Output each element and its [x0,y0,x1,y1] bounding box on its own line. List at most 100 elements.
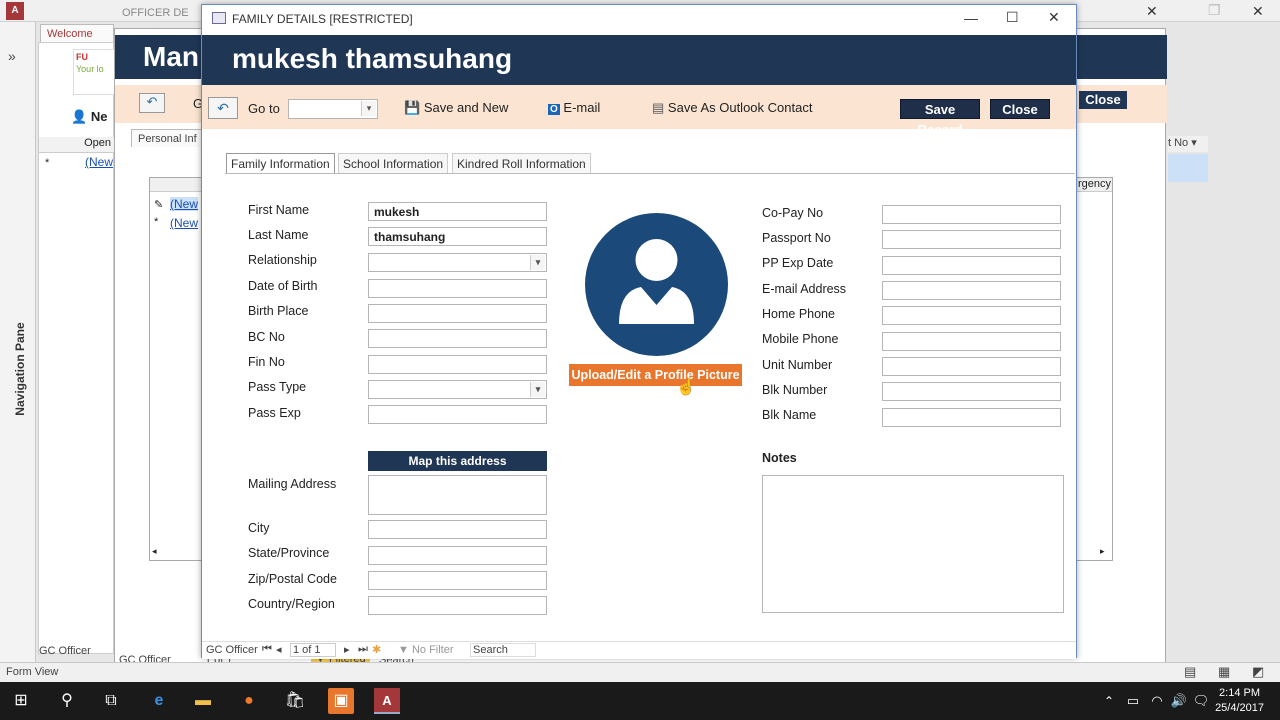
first-record-icon[interactable]: ⏮ [262,643,272,656]
zip-postal-code-field[interactable] [368,571,547,590]
blk-name-field[interactable] [882,408,1061,427]
undo-icon[interactable]: ↶ [139,93,165,113]
passport-no-field[interactable] [882,230,1061,249]
tab-family-information[interactable]: Family Information [226,153,335,173]
save-record-button[interactable]: Save Record [900,99,980,137]
goto-select[interactable]: ▾ [288,99,378,119]
tab-welcome[interactable]: Welcome [40,24,114,42]
access-taskbar-icon[interactable]: A [374,688,400,714]
search-icon[interactable]: ⚲ [54,688,80,714]
co-pay-no-field[interactable] [882,205,1061,224]
date-of-birth-label: Date of Birth [248,279,318,293]
close-icon[interactable]: ✕ [1048,9,1060,26]
record-navigator: GC Officer ⏮ ◂ 1 of 1 ▸ ⏭ ✱ ▼ No Filter … [202,641,1076,659]
birth-place-field[interactable] [368,304,547,323]
upload-profile-picture-button[interactable]: Upload/Edit a Profile Picture [569,364,742,386]
bc-no-label: BC No [248,330,285,344]
save-and-new-button[interactable]: 💾 Save and New [404,100,508,116]
new-label: Ne [90,109,108,124]
mobile-phone-label: Mobile Phone [762,332,839,346]
new-link[interactable]: (New [170,216,198,230]
close-icon[interactable]: ✕ [1146,3,1158,20]
pass-exp-label: Pass Exp [248,406,301,420]
unit-number-field[interactable] [882,357,1061,376]
tab-personal-info[interactable]: Personal Inf [131,129,205,147]
layout-view-icon[interactable]: ▦ [1218,664,1230,680]
bc-no-field[interactable] [368,329,547,348]
taskbar: ⊞ ⚲ ⧉ e ▬ ● 🛍 ▣ A ⌃ ▭ ◠ 🔊 🗨 2:14 PM 25/4… [0,682,1280,720]
search-input[interactable]: Search [470,643,536,657]
edit-pencil-icon: ✎ [154,199,164,211]
scroll-left-icon[interactable]: ◂ [152,546,157,557]
pp-exp-date-field[interactable] [882,256,1061,275]
blk-number-field[interactable] [882,382,1061,401]
dialog-toolbar: ↶ Go to ▾ 💾 Save and New O E-mail ▤ Save… [202,85,1076,137]
close-button[interactable]: Close [990,99,1050,119]
record-full-name: mukesh thamsuhang [232,43,513,74]
first-name-label: First Name [248,203,310,217]
current-record-field[interactable]: 1 of 1 [290,643,336,657]
edge-browser-icon[interactable]: e [146,688,172,714]
blk-number-label: Blk Number [762,383,828,397]
next-record-icon[interactable]: ▸ [344,643,350,656]
new-link[interactable]: (New [170,197,199,211]
restore-icon[interactable]: ❐ [1208,2,1221,19]
user-silhouette-icon [619,239,694,324]
column-header-open: Open [39,137,115,153]
no-filter-button[interactable]: ▼ No Filter [398,644,454,656]
windows-start-icon[interactable]: ⊞ [8,688,34,714]
officer-close-button[interactable]: Close [1079,91,1127,109]
task-view-icon[interactable]: ⧉ [98,688,124,714]
fin-no-field[interactable] [368,355,547,374]
state-province-field[interactable] [368,546,547,565]
last-name-field[interactable]: thamsuhang [368,227,547,246]
first-name-field[interactable]: mukesh [368,202,547,221]
country-region-field[interactable] [368,596,547,615]
file-explorer-icon[interactable]: ▬ [190,688,216,714]
mailing-address-field[interactable] [368,475,547,515]
undo-button[interactable]: ↶ [208,97,238,119]
profile-picture[interactable] [585,213,728,356]
maximize-icon[interactable]: ☐ [1006,9,1019,26]
notes-textarea[interactable] [762,475,1064,613]
tab-school-information[interactable]: School Information [338,153,449,173]
tab-kindred-roll-information[interactable]: Kindred Roll Information [452,153,591,173]
new-record-icon[interactable]: ✱ [372,643,381,656]
pass-exp-field[interactable] [368,405,547,424]
relationship-select[interactable]: ▾ [368,253,547,272]
email-button[interactable]: O E-mail [548,100,600,115]
map-this-address-button[interactable]: Map this address [368,451,547,471]
minimize-icon[interactable]: — [964,10,978,26]
new-button[interactable]: 👤 Ne [71,109,107,125]
family-details-dialog: FAMILY DETAILS [RESTRICTED] — ☐ ✕ mukesh… [201,4,1077,659]
navigation-pane[interactable]: » Navigation Pane [0,22,36,662]
pass-type-select[interactable]: ▾ [368,380,547,399]
home-phone-label: Home Phone [762,307,835,321]
previous-record-icon[interactable]: ◂ [276,643,282,656]
chevron-up-icon[interactable]: ⌃ [1096,688,1122,714]
form-view-label: Form View [6,666,59,678]
co-pay-no-label: Co-Pay No [762,206,824,220]
presentation-app-icon[interactable]: ▣ [328,688,354,714]
last-record-icon[interactable]: ⏭ [358,643,368,656]
save-new-icon: 💾 [404,100,421,115]
dialog-title: FAMILY DETAILS [RESTRICTED] [232,12,413,26]
new-record-link[interactable]: (New [85,155,113,169]
battery-icon[interactable]: ▭ [1120,688,1146,714]
chevron-right-icon[interactable]: » [8,48,16,64]
city-field[interactable] [368,520,547,539]
clock[interactable]: 2:14 PM 25/4/2017 [1215,686,1264,716]
store-icon[interactable]: 🛍 [282,688,308,714]
save-as-outlook-contact-button[interactable]: ▤ Save As Outlook Contact [652,100,812,116]
email-address-field[interactable] [882,281,1061,300]
tab-officer-details[interactable]: OFFICER DE [116,4,206,24]
mobile-phone-field[interactable] [882,332,1061,351]
notifications-icon[interactable]: 🗨 [1188,688,1214,714]
firefox-icon[interactable]: ● [236,688,262,714]
date-of-birth-field[interactable] [368,279,547,298]
design-view-icon[interactable]: ◩ [1252,664,1264,680]
home-phone-field[interactable] [882,306,1061,325]
scroll-right-icon[interactable]: ▸ [1100,546,1105,557]
form-view-icon[interactable]: ▤ [1184,664,1196,680]
close-icon[interactable]: ✕ [1252,3,1264,20]
